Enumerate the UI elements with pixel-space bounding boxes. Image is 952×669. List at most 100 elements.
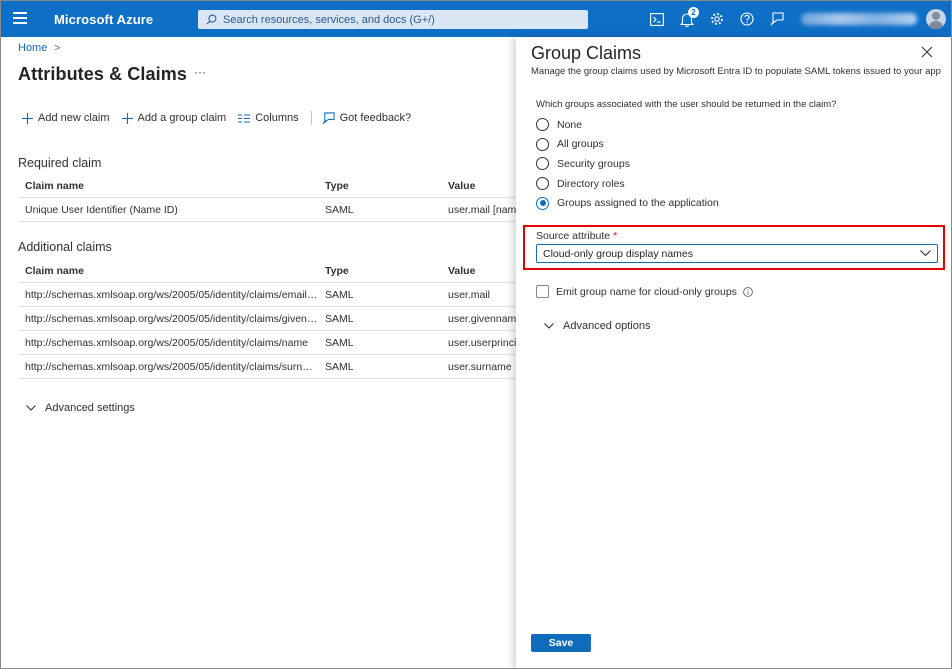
advanced-settings-label: Advanced settings — [45, 402, 135, 414]
toolbar-divider — [310, 111, 312, 125]
columns-icon — [238, 114, 251, 123]
radio-option-none[interactable]: None — [536, 115, 719, 135]
radio-button[interactable] — [536, 157, 549, 171]
help-icon[interactable] — [739, 11, 755, 27]
more-options-icon[interactable]: ··· — [194, 65, 206, 79]
top-bar: Microsoft Azure Search resources, servic… — [1, 1, 951, 37]
panel-title: Group Claims — [531, 43, 642, 63]
got-feedback-label: Got feedback? — [339, 112, 412, 124]
table-row[interactable]: http://schemas.xmlsoap.org/ws/2005/05/id… — [18, 307, 516, 331]
column-header-type[interactable]: Type — [318, 265, 441, 277]
radio-button-selected[interactable] — [536, 196, 549, 210]
azure-portal-window: Microsoft Azure Search resources, servic… — [0, 0, 952, 669]
group-claims-panel: Group Claims Manage the group claims use… — [516, 37, 951, 668]
claim-value-cell: user.surname — [448, 360, 512, 373]
claim-value-cell: user.mail [name — [448, 203, 516, 216]
additional-claims-title: Additional claims — [18, 240, 112, 254]
chevron-down-icon — [920, 250, 931, 257]
columns-button[interactable]: Columns — [238, 112, 299, 124]
plus-icon — [121, 112, 133, 124]
breadcrumb: Home > — [18, 42, 60, 54]
info-icon[interactable] — [743, 286, 753, 297]
required-mark: * — [613, 230, 618, 242]
panel-subtitle: Manage the group claims used by Microsof… — [531, 66, 941, 77]
claim-name-cell: http://schemas.xmlsoap.org/ws/2005/05/id… — [25, 336, 309, 349]
grid-header: Claim name Type Value — [18, 174, 516, 198]
chevron-down-icon — [26, 405, 36, 411]
radio-label: None — [557, 118, 583, 131]
claim-name-cell: http://schemas.xmlsoap.org/ws/2005/05/id… — [25, 312, 318, 325]
claim-value-cell: user.userprincip — [448, 336, 516, 349]
notifications-badge: 2 — [688, 7, 699, 18]
radio-option-security-groups[interactable]: Security groups — [536, 154, 719, 174]
radio-button[interactable] — [536, 118, 549, 132]
emit-group-name-row: Emit group name for cloud-only groups — [536, 285, 753, 298]
command-bar: Add new claim Add a group claim Columns … — [22, 109, 423, 127]
radio-option-all-groups[interactable]: All groups — [536, 135, 719, 155]
column-header-claim-name[interactable]: Claim name — [18, 265, 318, 277]
radio-option-directory-roles[interactable]: Directory roles — [536, 174, 719, 194]
plus-icon — [22, 112, 33, 124]
source-attribute-text: Source attribute — [536, 230, 611, 242]
radio-button[interactable] — [536, 177, 549, 191]
search-placeholder: Search resources, services, and docs (G+… — [223, 13, 435, 26]
add-group-claim-button[interactable]: Add a group claim — [121, 112, 226, 124]
source-attribute-value: Cloud-only group display names — [543, 247, 693, 260]
feedback-icon[interactable] — [769, 11, 785, 27]
chevron-down-icon — [544, 323, 554, 329]
emit-group-name-label: Emit group name for cloud-only groups — [556, 285, 737, 298]
radio-option-groups-assigned[interactable]: Groups assigned to the application — [536, 193, 719, 213]
radio-label: Groups assigned to the application — [557, 197, 719, 210]
menu-icon[interactable] — [13, 12, 27, 24]
claim-name-cell: http://schemas.xmlsoap.org/ws/2005/05/id… — [25, 360, 318, 373]
claim-type-cell: SAML — [325, 360, 354, 373]
save-button[interactable]: Save — [531, 634, 591, 652]
claim-value-cell: user.mail — [448, 288, 491, 301]
radio-label: Security groups — [557, 157, 630, 170]
radio-button[interactable] — [536, 137, 549, 151]
breadcrumb-home-link[interactable]: Home — [18, 42, 47, 54]
page-title: Attributes & Claims — [18, 64, 187, 84]
groups-radio-group: None All groups Security groups Director… — [536, 115, 719, 213]
search-icon — [206, 14, 217, 25]
table-row[interactable]: Unique User Identifier (Name ID) SAML us… — [18, 198, 516, 222]
avatar[interactable] — [926, 9, 946, 29]
add-new-claim-label: Add new claim — [38, 112, 110, 124]
table-row[interactable]: http://schemas.xmlsoap.org/ws/2005/05/id… — [18, 331, 516, 355]
column-header-value[interactable]: Value — [441, 265, 516, 277]
claim-type-cell: SAML — [325, 203, 354, 216]
table-row[interactable]: http://schemas.xmlsoap.org/ws/2005/05/id… — [18, 283, 516, 307]
settings-icon[interactable] — [709, 11, 725, 27]
advanced-options-label: Advanced options — [563, 320, 651, 332]
column-header-value[interactable]: Value — [441, 180, 516, 192]
global-search-input[interactable]: Search resources, services, and docs (G+… — [198, 10, 588, 29]
groups-question: Which groups associated with the user sh… — [536, 99, 837, 110]
radio-label: Directory roles — [557, 177, 625, 190]
claim-type-cell: SAML — [325, 336, 354, 349]
got-feedback-button[interactable]: Got feedback? — [322, 111, 412, 125]
claim-name-cell: Unique User Identifier (Name ID) — [25, 203, 178, 216]
source-attribute-label: Source attribute * — [536, 230, 617, 242]
radio-label: All groups — [557, 138, 604, 151]
feedback-icon — [322, 111, 335, 125]
source-attribute-dropdown[interactable]: Cloud-only group display names — [536, 244, 938, 263]
advanced-options-toggle[interactable]: Advanced options — [544, 320, 650, 332]
required-claims-grid: Claim name Type Value Unique User Identi… — [18, 174, 516, 222]
advanced-settings-toggle[interactable]: Advanced settings — [26, 402, 135, 414]
columns-label: Columns — [255, 112, 299, 124]
column-header-type[interactable]: Type — [318, 180, 441, 192]
column-header-claim-name[interactable]: Claim name — [18, 180, 318, 192]
account-name-redacted[interactable] — [801, 13, 917, 25]
claim-name-cell: http://schemas.xmlsoap.org/ws/2005/05/id… — [25, 288, 318, 301]
add-new-claim-button[interactable]: Add new claim — [22, 112, 110, 124]
claim-value-cell: user.givenname — [448, 312, 516, 325]
emit-group-name-checkbox[interactable] — [536, 285, 549, 298]
close-icon[interactable] — [921, 46, 935, 60]
cloud-shell-icon[interactable] — [649, 11, 665, 27]
table-row[interactable]: http://schemas.xmlsoap.org/ws/2005/05/id… — [18, 355, 516, 379]
additional-claims-grid: Claim name Type Value http://schemas.xml… — [18, 259, 516, 379]
grid-header: Claim name Type Value — [18, 259, 516, 283]
claim-type-cell: SAML — [325, 288, 354, 301]
claim-type-cell: SAML — [325, 312, 354, 325]
brand-name[interactable]: Microsoft Azure — [54, 12, 153, 27]
